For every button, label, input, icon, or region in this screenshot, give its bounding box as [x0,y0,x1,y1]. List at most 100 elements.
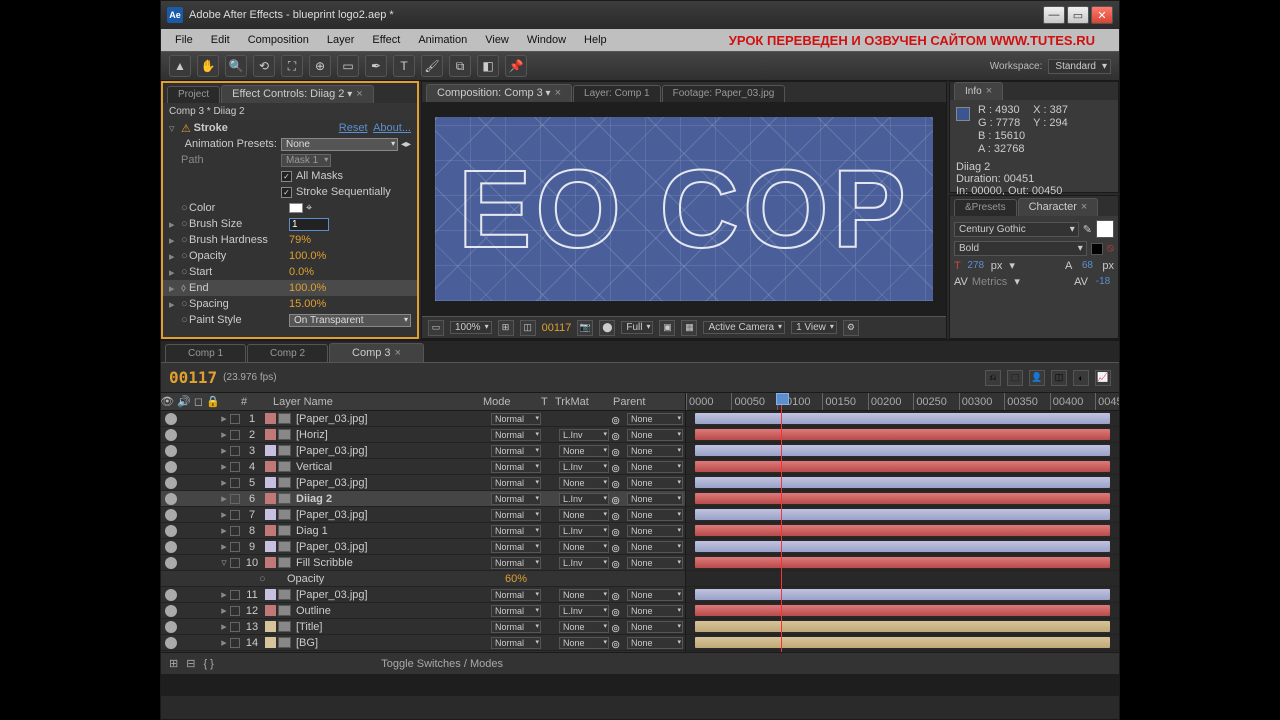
zoom-tool-icon[interactable]: 🔍 [225,55,247,77]
pickwhip-icon[interactable]: ⊚ [611,638,625,648]
layer-row[interactable]: ▸7[Paper_03.jpg]NormalNone⊚None [161,507,685,523]
menu-composition[interactable]: Composition [240,32,317,48]
mode-select[interactable]: Normal [491,637,541,649]
anim-preset-select[interactable]: None [281,138,398,151]
layer-row[interactable]: ▸9[Paper_03.jpg]NormalNone⊚None [161,539,685,555]
pickwhip-icon[interactable]: ⊚ [611,446,625,456]
layer-row[interactable]: ▸6Diiag 2NormalL.Inv⊚None [161,491,685,507]
visibility-toggle-icon[interactable] [165,445,177,457]
layer-duration-bar[interactable] [686,411,1119,427]
trkmat-select[interactable]: None [559,445,609,457]
rotate-tool-icon[interactable]: ⟲ [253,55,275,77]
menu-view[interactable]: View [477,32,517,48]
parent-select[interactable]: None [627,621,683,633]
fill-swatch[interactable] [1096,220,1114,238]
eraser-tool-icon[interactable]: ◧ [477,55,499,77]
eyedropper-icon[interactable]: ✎ [1083,223,1092,236]
layer-duration-bar[interactable] [686,507,1119,523]
resolution-select[interactable]: Full [621,321,653,334]
layer-duration-bar[interactable] [686,635,1119,651]
trkmat-select[interactable]: L.Inv [559,525,609,537]
menu-window[interactable]: Window [519,32,574,48]
puppet-tool-icon[interactable]: 📌 [505,55,527,77]
transparency-icon[interactable]: ▦ [681,320,697,336]
visibility-toggle-icon[interactable] [165,621,177,633]
reset-link[interactable]: Reset [339,122,368,134]
menu-edit[interactable]: Edit [203,32,238,48]
layer-row[interactable]: ▸8Diag 1NormalL.Inv⊚None [161,523,685,539]
trkmat-select[interactable]: None [559,477,609,489]
leading-value[interactable]: 68 [1076,260,1098,271]
layer-duration-bar[interactable] [686,603,1119,619]
trkmat-select[interactable]: None [559,589,609,601]
visibility-toggle-icon[interactable] [165,525,177,537]
layer-row[interactable]: ▿10Fill ScribbleNormalL.Inv⊚None [161,555,685,571]
time-ruler[interactable]: 0000000500010000150002000025000300003500… [686,393,1119,411]
parent-select[interactable]: None [627,637,683,649]
visibility-toggle-icon[interactable] [165,413,177,425]
layer-row[interactable]: ▸3[Paper_03.jpg]NormalNone⊚None [161,443,685,459]
visibility-toggle-icon[interactable] [165,605,177,617]
layer-duration-bar[interactable] [686,427,1119,443]
tracking-value[interactable]: -18 [1092,276,1114,287]
frameblend-icon[interactable]: ◫ [1051,370,1067,386]
visibility-toggle-icon[interactable] [165,477,177,489]
footage-tab[interactable]: Footage: Paper_03.jpg [662,85,786,102]
layer-row[interactable]: ▸14[BG]NormalNone⊚None [161,635,685,651]
toggle-switches-button[interactable]: Toggle Switches / Modes [222,658,663,670]
tab-comp3[interactable]: Comp 3× [329,343,424,362]
layer-duration-bar[interactable] [686,459,1119,475]
character-tab[interactable]: Character× [1018,198,1099,216]
current-time[interactable]: 00117 [542,322,572,334]
parent-select[interactable]: None [627,557,683,569]
view-options-icon[interactable]: ⚙ [843,320,859,336]
tab-comp2[interactable]: Comp 2 [247,344,328,362]
layer-row[interactable]: ▸11[Paper_03.jpg]NormalNone⊚None [161,587,685,603]
close-tab-icon[interactable]: × [356,88,362,100]
eyedropper-icon[interactable]: ⌖ [306,202,312,215]
font-size[interactable]: 278 [965,260,987,271]
layer-row[interactable]: ▸12OutlineNormalL.Inv⊚None [161,603,685,619]
mode-select[interactable]: Normal [491,477,541,489]
visibility-toggle-icon[interactable] [165,589,177,601]
weight-select[interactable]: Bold [954,241,1087,256]
mode-select[interactable]: Normal [491,429,541,441]
comp-tab[interactable]: Composition: Comp 3 ▾× [426,84,572,102]
effect-controls-tab[interactable]: Effect Controls: Diiag 2 ▾× [221,85,374,103]
parent-select[interactable]: None [627,477,683,489]
visibility-toggle-icon[interactable] [165,493,177,505]
pickwhip-icon[interactable]: ⊚ [611,526,625,536]
layer-row[interactable]: ▸13[Title]NormalNone⊚None [161,619,685,635]
project-tab[interactable]: Project [167,86,220,103]
close-button[interactable]: ✕ [1091,6,1113,24]
trkmat-select[interactable]: None [559,637,609,649]
pickwhip-icon[interactable]: ⊚ [611,542,625,552]
mode-select[interactable]: Normal [491,509,541,521]
mask-toggle-icon[interactable]: ◫ [520,320,536,336]
menu-effect[interactable]: Effect [364,32,408,48]
no-color-icon[interactable]: ⦸ [1107,242,1114,255]
menu-help[interactable]: Help [576,32,615,48]
maximize-button[interactable]: ▭ [1067,6,1089,24]
timecode[interactable]: 00117 [169,368,217,387]
layer-row[interactable]: ▸2[Horiz]NormalL.Inv⊚None [161,427,685,443]
title-bar[interactable]: Ae Adobe After Effects - blueprint logo2… [161,1,1119,29]
draft3d-icon[interactable]: ⬚ [1007,370,1023,386]
visibility-toggle-icon[interactable] [165,429,177,441]
font-select[interactable]: Century Gothic [954,222,1079,237]
stroke-seq-checkbox[interactable]: ✓ [281,187,292,198]
layer-duration-bar[interactable] [686,619,1119,635]
parent-select[interactable]: None [627,541,683,553]
menu-layer[interactable]: Layer [319,32,363,48]
trkmat-select[interactable]: L.Inv [559,461,609,473]
menu-file[interactable]: File [167,32,201,48]
views-select[interactable]: 1 View [791,321,837,334]
path-select[interactable]: Mask 1 [281,154,331,167]
magnify-icon[interactable]: ▭ [428,320,444,336]
comp-flowchart-icon[interactable]: ⎌ [985,370,1001,386]
channel-icon[interactable]: ⬤ [599,320,615,336]
parent-select[interactable]: None [627,429,683,441]
snapshot-icon[interactable]: 📷 [577,320,593,336]
parent-select[interactable]: None [627,589,683,601]
parent-select[interactable]: None [627,605,683,617]
